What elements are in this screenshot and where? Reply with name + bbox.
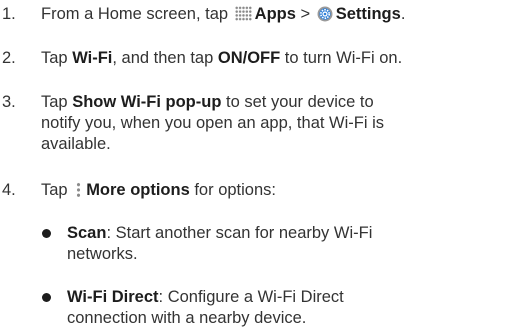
step-text: From a Home screen, tap Apps > Settings. <box>41 5 406 23</box>
step-number: 4. <box>2 181 16 199</box>
step-number: 2. <box>2 49 16 67</box>
apps-label: Apps <box>254 5 296 23</box>
bullet-dot <box>42 293 51 302</box>
bullet-dot <box>42 229 51 238</box>
on-off-label: ON/OFF <box>217 49 281 67</box>
settings-label: Settings <box>335 5 401 23</box>
step-number: 1. <box>2 5 16 23</box>
step-text: Tap Show Wi-Fi pop-up to set your device… <box>41 93 385 153</box>
settings-gear-icon <box>317 6 333 22</box>
step-text: Tap Wi-Fi, and then tap ON/OFF to turn W… <box>41 49 403 67</box>
instructions-document: 1. From a Home screen, tap Apps > Settin… <box>0 0 511 328</box>
scan-label: Scan <box>67 224 107 242</box>
apps-grid-icon <box>234 6 252 21</box>
step-number: 3. <box>2 93 16 111</box>
step-text: Tap More options for options: <box>41 181 276 199</box>
more-options-icon <box>76 182 82 198</box>
bullet-text: Scan: Start another scan for nearby Wi-F… <box>67 224 373 263</box>
wifi-label: Wi-Fi <box>72 49 113 67</box>
wifi-direct-label: Wi-Fi Direct <box>67 288 159 306</box>
more-options-label: More options <box>86 181 190 199</box>
bullet-text: Wi-Fi Direct: Configure a Wi-Fi Direct c… <box>67 288 344 327</box>
show-wifi-popup-label: Show Wi-Fi pop-up <box>72 93 222 111</box>
